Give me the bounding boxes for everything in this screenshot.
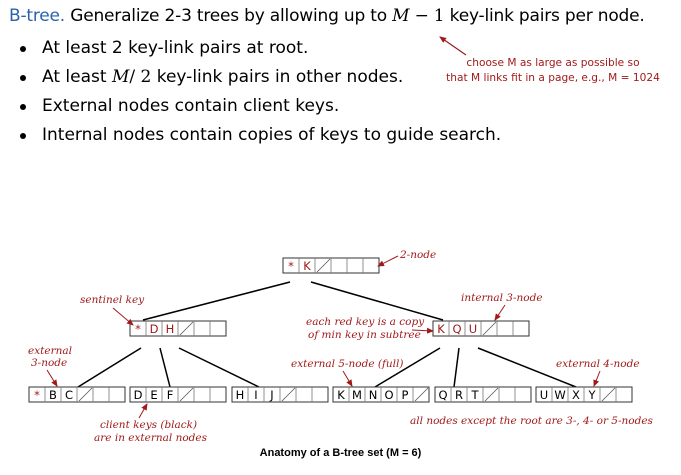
node-key: F [167,388,174,402]
node-key: C [65,388,73,402]
node-key: N [369,388,378,402]
node-key: K [337,388,345,402]
node-key: T [470,388,479,402]
node-key: U [469,322,477,336]
node-key: R [455,388,463,402]
label-client-keys-1: client keys (black) [100,419,197,431]
node-key: D [134,388,143,402]
edge-root-left [142,281,291,321]
external-node-5: QRT [434,386,532,403]
label-client-keys-2: are in external nodes [94,432,208,444]
node-key: W [554,388,565,402]
sentinel-key: * [34,388,40,402]
arrow-external-4-node [593,370,601,387]
internal-node-left: * D H [129,320,227,337]
external-node-4: KMNOP [332,386,430,403]
node-key: I [254,388,257,402]
figure-caption: Anatomy of a B-tree set (M = 6) [259,447,422,459]
label-red-key-1: each red key is a copy [306,316,425,328]
label-all-nodes: all nodes except the root are 3-, 4- or … [410,415,654,427]
arrow-external-5-node [342,370,353,387]
arrow-external-3-node [46,369,58,387]
label-sentinel-key: sentinel key [80,294,145,306]
label-2-node: 2-node [399,249,436,261]
label-red-key-2: of min key in subtree [308,329,421,341]
arrow-2-node [377,255,399,267]
external-node-1: * B C [28,386,126,403]
edge-right-ext5 [453,347,460,388]
node-key: Q [452,322,461,336]
node-key: H [166,322,175,336]
node-key: O [384,388,393,402]
edge-left-ext1 [77,347,142,388]
label-external-5-node: external 5-node (full) [291,358,403,370]
external-node-3: HIJ [231,386,329,403]
label-external-3-node-2: 3-node [31,357,67,369]
internal-node-right: KQU [432,320,530,337]
callout-arrow [439,36,467,56]
label-external-4-node: external 4-node [556,358,640,370]
annotations: 2-node sentinel key internal 3-node each… [28,249,654,444]
edge-root-right [310,281,444,321]
external-node-6: UWXY [535,386,633,403]
arrow-sentinel-key [112,307,134,326]
node-key: D [150,322,159,336]
node-key: B [49,388,57,402]
node-key: X [572,388,580,402]
label-internal-3-node: internal 3-node [461,292,543,304]
arrow-client-keys [138,403,148,419]
node-key: J [269,388,273,402]
node-key: K [437,322,445,336]
btree-diagram: * K* D H K Q U* B C D E F H I J K M N O P Q R T U W X Y 2-node sen… [28,36,654,444]
node-key: U [540,388,548,402]
label-external-3-node-1: external [28,345,72,357]
edge-left-ext2 [159,347,171,388]
node-key: P [402,388,409,402]
sentinel-key: * [288,259,294,273]
node-key: Y [587,388,596,402]
node-key: K [303,259,311,273]
edge-left-ext3 [178,347,260,388]
node-key: M [352,388,362,402]
node-key: E [150,388,157,402]
external-node-2: DEF [129,386,227,403]
sentinel-key: * [135,322,141,336]
node-key: Q [438,388,447,402]
arrow-internal-3-node [494,304,506,321]
root-node: * K [282,257,380,274]
node-key: H [236,388,245,402]
